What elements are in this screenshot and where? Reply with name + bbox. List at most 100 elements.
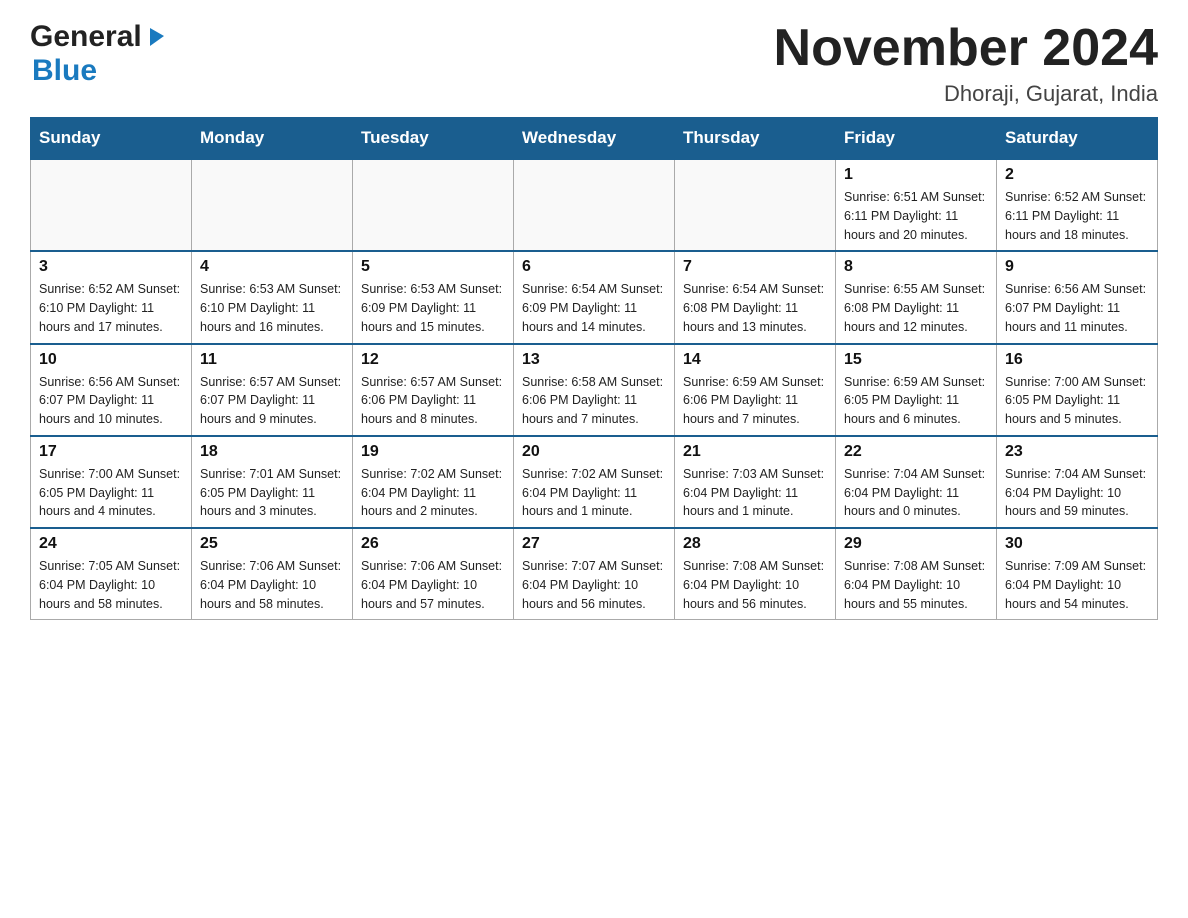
day-header-saturday: Saturday <box>997 118 1158 160</box>
calendar-cell <box>31 159 192 251</box>
day-sun-info: Sunrise: 7:04 AM Sunset: 6:04 PM Dayligh… <box>844 465 988 521</box>
day-number: 15 <box>844 351 988 369</box>
calendar-header-row: SundayMondayTuesdayWednesdayThursdayFrid… <box>31 118 1158 160</box>
day-header-sunday: Sunday <box>31 118 192 160</box>
calendar-cell: 18 Sunrise: 7:01 AM Sunset: 6:05 PM Dayli… <box>192 436 353 528</box>
calendar-cell: 3 Sunrise: 6:52 AM Sunset: 6:10 PM Daylig… <box>31 251 192 343</box>
day-number: 23 <box>1005 443 1149 461</box>
day-number: 18 <box>200 443 344 461</box>
calendar-cell: 29 Sunrise: 7:08 AM Sunset: 6:04 PM Dayli… <box>836 528 997 620</box>
calendar-week-4: 17 Sunrise: 7:00 AM Sunset: 6:05 PM Dayli… <box>31 436 1158 528</box>
logo-general-text: General <box>30 20 142 54</box>
calendar-cell: 10 Sunrise: 6:56 AM Sunset: 6:07 PM Dayli… <box>31 344 192 436</box>
calendar-cell: 5 Sunrise: 6:53 AM Sunset: 6:09 PM Daylig… <box>353 251 514 343</box>
calendar-cell: 12 Sunrise: 6:57 AM Sunset: 6:06 PM Dayli… <box>353 344 514 436</box>
day-number: 28 <box>683 535 827 553</box>
day-sun-info: Sunrise: 7:08 AM Sunset: 6:04 PM Dayligh… <box>844 557 988 613</box>
day-number: 5 <box>361 258 505 276</box>
day-number: 4 <box>200 258 344 276</box>
calendar-cell: 9Sunrise: 6:56 AM Sunset: 6:07 PM Daylig… <box>997 251 1158 343</box>
day-sun-info: Sunrise: 6:51 AM Sunset: 6:11 PM Dayligh… <box>844 188 988 244</box>
day-number: 14 <box>683 351 827 369</box>
day-sun-info: Sunrise: 7:09 AM Sunset: 6:04 PM Dayligh… <box>1005 557 1149 613</box>
day-number: 12 <box>361 351 505 369</box>
month-title: November 2024 <box>774 20 1158 77</box>
day-sun-info: Sunrise: 6:55 AM Sunset: 6:08 PM Dayligh… <box>844 280 988 336</box>
day-number: 30 <box>1005 535 1149 553</box>
day-number: 29 <box>844 535 988 553</box>
calendar-cell: 25Sunrise: 7:06 AM Sunset: 6:04 PM Dayli… <box>192 528 353 620</box>
day-sun-info: Sunrise: 7:02 AM Sunset: 6:04 PM Dayligh… <box>361 465 505 521</box>
calendar-cell <box>675 159 836 251</box>
day-sun-info: Sunrise: 7:04 AM Sunset: 6:04 PM Dayligh… <box>1005 465 1149 521</box>
day-sun-info: Sunrise: 7:07 AM Sunset: 6:04 PM Dayligh… <box>522 557 666 613</box>
calendar-cell: 11 Sunrise: 6:57 AM Sunset: 6:07 PM Dayli… <box>192 344 353 436</box>
day-number: 6 <box>522 258 666 276</box>
day-number: 24 <box>39 535 183 553</box>
calendar-cell: 2 Sunrise: 6:52 AM Sunset: 6:11 PM Daylig… <box>997 159 1158 251</box>
day-header-friday: Friday <box>836 118 997 160</box>
calendar-cell: 7 Sunrise: 6:54 AM Sunset: 6:08 PM Daylig… <box>675 251 836 343</box>
day-number: 20 <box>522 443 666 461</box>
day-number: 10 <box>39 351 183 369</box>
day-sun-info: Sunrise: 6:53 AM Sunset: 6:09 PM Dayligh… <box>361 280 505 336</box>
day-number: 26 <box>361 535 505 553</box>
day-sun-info: Sunrise: 6:52 AM Sunset: 6:11 PM Dayligh… <box>1005 188 1149 244</box>
day-number: 2 <box>1005 166 1149 184</box>
day-header-tuesday: Tuesday <box>353 118 514 160</box>
day-header-monday: Monday <box>192 118 353 160</box>
day-sun-info: Sunrise: 7:06 AM Sunset: 6:04 PM Dayligh… <box>361 557 505 613</box>
calendar-cell: 24Sunrise: 7:05 AM Sunset: 6:04 PM Dayli… <box>31 528 192 620</box>
logo-row1: General <box>30 20 166 54</box>
day-header-wednesday: Wednesday <box>514 118 675 160</box>
day-sun-info: Sunrise: 6:53 AM Sunset: 6:10 PM Dayligh… <box>200 280 344 336</box>
calendar-table: SundayMondayTuesdayWednesdayThursdayFrid… <box>30 117 1158 620</box>
day-sun-info: Sunrise: 6:54 AM Sunset: 6:09 PM Dayligh… <box>522 280 666 336</box>
day-sun-info: Sunrise: 7:00 AM Sunset: 6:05 PM Dayligh… <box>39 465 183 521</box>
day-sun-info: Sunrise: 6:57 AM Sunset: 6:07 PM Dayligh… <box>200 373 344 429</box>
calendar-cell: 19Sunrise: 7:02 AM Sunset: 6:04 PM Dayli… <box>353 436 514 528</box>
calendar-cell: 14 Sunrise: 6:59 AM Sunset: 6:06 PM Dayli… <box>675 344 836 436</box>
day-sun-info: Sunrise: 7:06 AM Sunset: 6:04 PM Dayligh… <box>200 557 344 613</box>
day-sun-info: Sunrise: 6:59 AM Sunset: 6:06 PM Dayligh… <box>683 373 827 429</box>
calendar-cell: 1 Sunrise: 6:51 AM Sunset: 6:11 PM Daylig… <box>836 159 997 251</box>
day-sun-info: Sunrise: 6:56 AM Sunset: 6:07 PM Dayligh… <box>39 373 183 429</box>
calendar-week-3: 10 Sunrise: 6:56 AM Sunset: 6:07 PM Dayli… <box>31 344 1158 436</box>
day-sun-info: Sunrise: 6:52 AM Sunset: 6:10 PM Dayligh… <box>39 280 183 336</box>
calendar-cell: 23 Sunrise: 7:04 AM Sunset: 6:04 PM Dayli… <box>997 436 1158 528</box>
day-sun-info: Sunrise: 6:57 AM Sunset: 6:06 PM Dayligh… <box>361 373 505 429</box>
calendar-week-1: 1 Sunrise: 6:51 AM Sunset: 6:11 PM Daylig… <box>31 159 1158 251</box>
day-number: 9 <box>1005 258 1149 276</box>
calendar-cell: 20 Sunrise: 7:02 AM Sunset: 6:04 PM Dayli… <box>514 436 675 528</box>
day-number: 27 <box>522 535 666 553</box>
calendar-cell <box>192 159 353 251</box>
calendar-cell: 8 Sunrise: 6:55 AM Sunset: 6:08 PM Daylig… <box>836 251 997 343</box>
page-header: General Blue November 2024 Dhoraji, Guja… <box>30 20 1158 107</box>
day-number: 7 <box>683 258 827 276</box>
day-sun-info: Sunrise: 7:02 AM Sunset: 6:04 PM Dayligh… <box>522 465 666 521</box>
calendar-cell: 22Sunrise: 7:04 AM Sunset: 6:04 PM Dayli… <box>836 436 997 528</box>
calendar-cell: 26 Sunrise: 7:06 AM Sunset: 6:04 PM Dayli… <box>353 528 514 620</box>
location-text: Dhoraji, Gujarat, India <box>774 81 1158 107</box>
day-number: 8 <box>844 258 988 276</box>
day-sun-info: Sunrise: 7:01 AM Sunset: 6:05 PM Dayligh… <box>200 465 344 521</box>
calendar-cell: 30 Sunrise: 7:09 AM Sunset: 6:04 PM Dayli… <box>997 528 1158 620</box>
calendar-cell: 6 Sunrise: 6:54 AM Sunset: 6:09 PM Daylig… <box>514 251 675 343</box>
day-number: 3 <box>39 258 183 276</box>
calendar-week-5: 24Sunrise: 7:05 AM Sunset: 6:04 PM Dayli… <box>31 528 1158 620</box>
logo: General Blue <box>30 20 166 88</box>
day-sun-info: Sunrise: 6:58 AM Sunset: 6:06 PM Dayligh… <box>522 373 666 429</box>
logo-blue-text: Blue <box>32 54 166 88</box>
day-sun-info: Sunrise: 6:59 AM Sunset: 6:05 PM Dayligh… <box>844 373 988 429</box>
calendar-cell: 17 Sunrise: 7:00 AM Sunset: 6:05 PM Dayli… <box>31 436 192 528</box>
day-number: 1 <box>844 166 988 184</box>
day-sun-info: Sunrise: 7:00 AM Sunset: 6:05 PM Dayligh… <box>1005 373 1149 429</box>
day-number: 11 <box>200 351 344 369</box>
calendar-cell <box>353 159 514 251</box>
day-sun-info: Sunrise: 6:54 AM Sunset: 6:08 PM Dayligh… <box>683 280 827 336</box>
title-area: November 2024 Dhoraji, Gujarat, India <box>774 20 1158 107</box>
calendar-cell: 27 Sunrise: 7:07 AM Sunset: 6:04 PM Dayli… <box>514 528 675 620</box>
day-number: 17 <box>39 443 183 461</box>
day-sun-info: Sunrise: 7:08 AM Sunset: 6:04 PM Dayligh… <box>683 557 827 613</box>
calendar-cell: 15 Sunrise: 6:59 AM Sunset: 6:05 PM Dayli… <box>836 344 997 436</box>
